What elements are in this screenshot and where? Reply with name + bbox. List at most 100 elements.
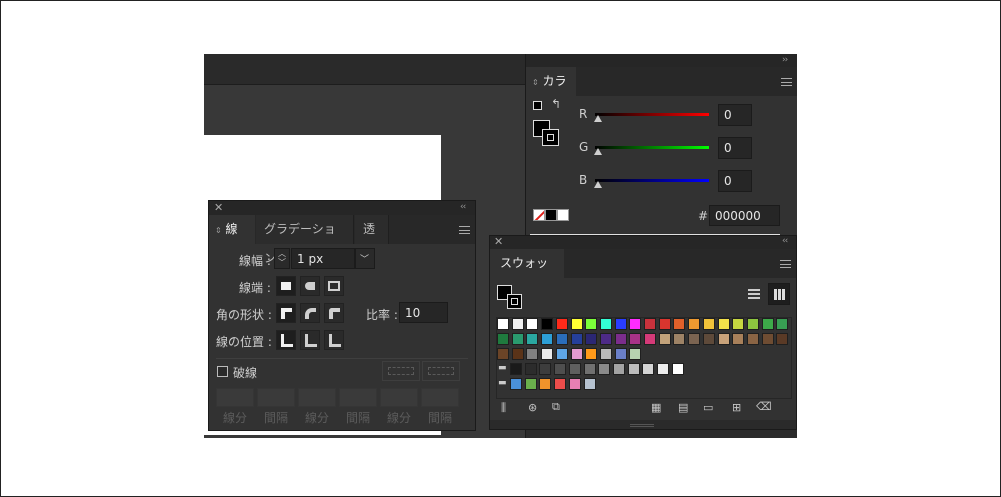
panel-resize-grip[interactable] bbox=[490, 420, 796, 429]
collapse-dock-icon[interactable]: ›› bbox=[782, 55, 788, 65]
color-swatch[interactable] bbox=[702, 318, 715, 330]
blue-value-input[interactable]: 0 bbox=[718, 170, 752, 192]
color-swatch[interactable] bbox=[644, 333, 656, 345]
color-swatch[interactable] bbox=[598, 363, 611, 375]
color-swatch[interactable] bbox=[554, 378, 567, 390]
grid-view-button[interactable] bbox=[768, 283, 790, 305]
weight-stepper[interactable]: ︿ ﹀ bbox=[274, 248, 290, 269]
swatch-options-icon[interactable]: ▤ bbox=[678, 401, 688, 414]
color-swatch[interactable] bbox=[497, 348, 509, 360]
stroke-swatch[interactable] bbox=[542, 129, 559, 146]
color-swatch[interactable] bbox=[510, 378, 522, 390]
color-swatch[interactable] bbox=[658, 318, 671, 330]
tab-color[interactable]: ⇕ カラー bbox=[526, 67, 576, 118]
align-center-button[interactable] bbox=[276, 330, 296, 350]
new-swatch-icon[interactable]: ⊞ bbox=[732, 401, 741, 414]
color-swatch[interactable] bbox=[599, 348, 612, 360]
color-swatch[interactable] bbox=[541, 333, 554, 345]
color-swatch[interactable] bbox=[497, 318, 509, 330]
none-swatch[interactable] bbox=[533, 209, 545, 221]
color-swatch[interactable] bbox=[570, 318, 583, 330]
color-swatch[interactable] bbox=[511, 333, 524, 345]
color-swatch[interactable] bbox=[585, 318, 598, 330]
white-swatch[interactable] bbox=[557, 209, 569, 221]
add-to-library-icon[interactable]: ⊛ bbox=[528, 401, 537, 414]
weight-input[interactable]: 1 px bbox=[291, 248, 355, 269]
projecting-cap-button[interactable] bbox=[324, 276, 344, 296]
color-swatch[interactable] bbox=[526, 318, 539, 330]
hex-value-input[interactable]: 000000 bbox=[709, 205, 780, 226]
black-swatch[interactable] bbox=[545, 209, 557, 221]
color-swatch[interactable] bbox=[776, 318, 789, 330]
color-swatch[interactable] bbox=[555, 333, 568, 345]
color-swatch[interactable] bbox=[510, 363, 522, 375]
color-swatch[interactable] bbox=[746, 318, 759, 330]
new-color-group-icon[interactable]: ▭ bbox=[703, 401, 713, 414]
swatch-stroke-preview[interactable] bbox=[507, 294, 522, 309]
close-swatches-panel-icon[interactable]: ✕ bbox=[494, 236, 503, 248]
color-swatch[interactable] bbox=[629, 318, 642, 330]
color-swatch[interactable] bbox=[776, 333, 789, 345]
color-swatch[interactable] bbox=[555, 318, 568, 330]
color-swatch[interactable] bbox=[539, 363, 552, 375]
collapse-swatches-panel-icon[interactable]: ‹‹ bbox=[782, 236, 788, 246]
red-slider-thumb[interactable] bbox=[594, 115, 602, 122]
color-swatch[interactable] bbox=[702, 333, 715, 345]
color-swatch[interactable] bbox=[627, 363, 640, 375]
color-swatch[interactable] bbox=[614, 333, 627, 345]
dashed-checkbox[interactable] bbox=[217, 366, 228, 377]
color-swatch[interactable] bbox=[688, 333, 701, 345]
color-swatch[interactable] bbox=[673, 333, 686, 345]
tab-swatches[interactable]: スウォッチ bbox=[490, 249, 564, 299]
color-swatch[interactable] bbox=[539, 378, 552, 390]
color-swatch[interactable] bbox=[717, 318, 730, 330]
color-swatch[interactable] bbox=[644, 318, 656, 330]
color-swatch[interactable] bbox=[612, 363, 625, 375]
red-slider-track[interactable] bbox=[595, 113, 709, 116]
color-swatch[interactable] bbox=[585, 348, 598, 360]
color-swatch[interactable] bbox=[555, 348, 568, 360]
color-swatch[interactable] bbox=[673, 318, 686, 330]
swatch-libraries-icon[interactable]: ⫼ bbox=[501, 401, 506, 415]
color-swatch[interactable] bbox=[570, 348, 583, 360]
delete-swatch-icon[interactable]: ⌫ bbox=[756, 400, 772, 413]
color-swatch[interactable] bbox=[642, 363, 655, 375]
color-panel-menu-icon[interactable] bbox=[781, 78, 792, 86]
color-swatch[interactable] bbox=[585, 333, 598, 345]
color-swatch[interactable] bbox=[583, 378, 596, 390]
blue-slider-track[interactable] bbox=[595, 179, 709, 182]
color-swatch[interactable] bbox=[524, 363, 537, 375]
color-swatch[interactable] bbox=[717, 333, 730, 345]
collapse-stroke-panel-icon[interactable]: ‹‹ bbox=[460, 202, 466, 212]
miter-join-button[interactable] bbox=[276, 303, 296, 323]
color-swatch[interactable] bbox=[568, 378, 581, 390]
align-inside-button[interactable] bbox=[300, 330, 320, 350]
red-value-input[interactable]: 0 bbox=[718, 104, 752, 126]
color-swatch[interactable] bbox=[583, 363, 596, 375]
color-swatch[interactable] bbox=[746, 333, 759, 345]
color-swatch[interactable] bbox=[658, 333, 671, 345]
stroke-panel-menu-icon[interactable] bbox=[459, 226, 470, 234]
color-swatch[interactable] bbox=[599, 333, 612, 345]
swatches-panel-menu-icon[interactable] bbox=[780, 260, 791, 268]
color-swatch[interactable] bbox=[761, 318, 774, 330]
color-swatch[interactable] bbox=[732, 333, 745, 345]
color-swatch[interactable] bbox=[570, 333, 583, 345]
color-swatch[interactable] bbox=[541, 318, 554, 330]
color-swatch[interactable] bbox=[732, 318, 745, 330]
list-view-button[interactable] bbox=[743, 283, 765, 305]
close-stroke-panel-icon[interactable]: ✕ bbox=[214, 201, 223, 214]
color-swatch[interactable] bbox=[688, 318, 701, 330]
color-swatch[interactable] bbox=[568, 363, 581, 375]
round-join-button[interactable] bbox=[300, 303, 320, 323]
default-colors-icon[interactable] bbox=[533, 101, 542, 110]
color-swatch[interactable] bbox=[599, 318, 612, 330]
color-swatch[interactable] bbox=[526, 348, 539, 360]
color-swatch[interactable] bbox=[497, 333, 509, 345]
swap-fill-stroke-icon[interactable]: ↰ bbox=[551, 97, 561, 111]
color-swatch[interactable] bbox=[511, 318, 524, 330]
align-outside-button[interactable] bbox=[324, 330, 344, 350]
color-swatch[interactable] bbox=[511, 348, 524, 360]
color-swatch[interactable] bbox=[614, 318, 627, 330]
color-swatch[interactable] bbox=[629, 333, 642, 345]
